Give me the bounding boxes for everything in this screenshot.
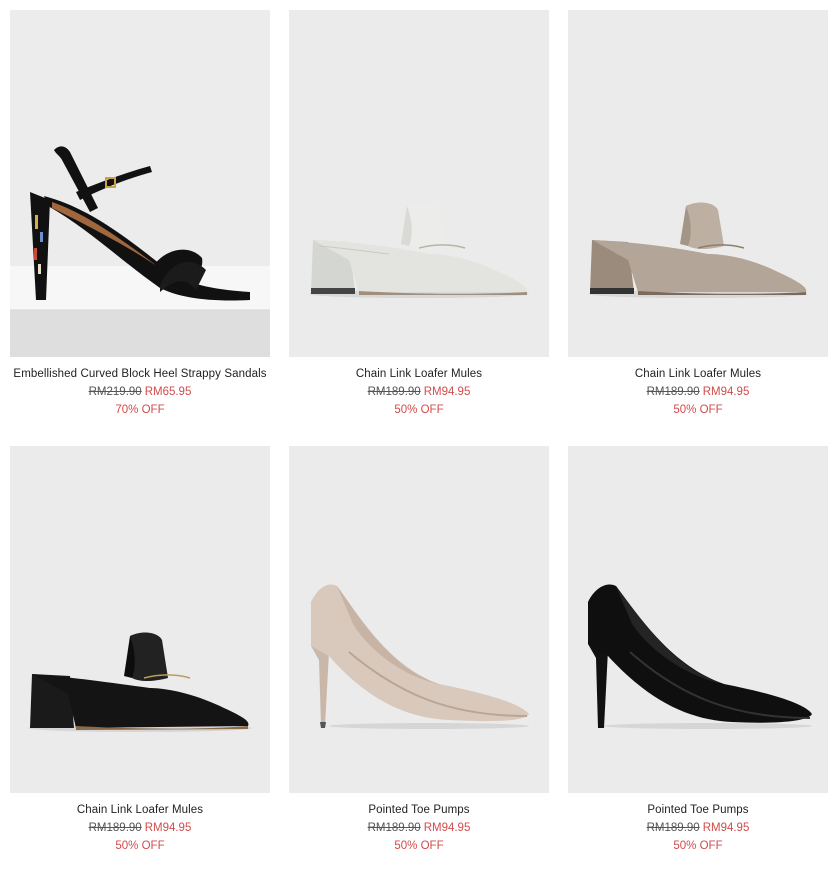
product-name[interactable]: Chain Link Loafer Mules [0, 801, 280, 819]
price-line: RM189.90 RM94.95 [279, 819, 559, 837]
sandal-image [10, 10, 270, 357]
product-name[interactable]: Chain Link Loafer Mules [279, 365, 559, 383]
price-line: RM189.90 RM94.95 [558, 383, 836, 401]
original-price: RM189.90 [646, 386, 700, 398]
sale-price: RM65.95 [144, 386, 192, 398]
product-name[interactable]: Chain Link Loafer Mules [558, 365, 836, 383]
original-price: RM189.90 [367, 386, 421, 398]
product-image[interactable] [289, 10, 549, 357]
discount-badge: 70% OFF [115, 404, 165, 416]
sale-price: RM94.95 [144, 822, 192, 834]
original-price: RM189.90 [88, 822, 142, 834]
discount-badge: 50% OFF [115, 840, 165, 852]
price-line: RM189.90 RM94.95 [558, 819, 836, 837]
product-image[interactable] [10, 10, 270, 357]
product-image[interactable] [568, 10, 828, 357]
sale-price: RM94.95 [423, 822, 471, 834]
discount-badge: 50% OFF [394, 840, 444, 852]
pump-image [289, 446, 549, 793]
pump-image [568, 446, 828, 793]
product-name[interactable]: Pointed Toe Pumps [279, 801, 559, 819]
sale-price: RM94.95 [702, 822, 750, 834]
sale-price: RM94.95 [423, 386, 471, 398]
product-image[interactable] [568, 446, 828, 793]
mule-image [568, 10, 828, 357]
product-image[interactable] [289, 446, 549, 793]
sale-price: RM94.95 [702, 386, 750, 398]
price-line: RM189.90 RM94.95 [279, 383, 559, 401]
product-name[interactable]: Pointed Toe Pumps [558, 801, 836, 819]
original-price: RM219.90 [88, 386, 142, 398]
product-grid: Embellished Curved Block Heel Strappy Sa… [0, 0, 836, 870]
discount-badge: 50% OFF [394, 404, 444, 416]
price-line: RM219.90 RM65.95 [0, 383, 280, 401]
price-line: RM189.90 RM94.95 [0, 819, 280, 837]
discount-badge: 50% OFF [673, 840, 723, 852]
original-price: RM189.90 [367, 822, 421, 834]
product-image[interactable] [10, 446, 270, 793]
mule-image [10, 446, 270, 793]
mule-image [289, 10, 549, 357]
original-price: RM189.90 [646, 822, 700, 834]
discount-badge: 50% OFF [673, 404, 723, 416]
product-name[interactable]: Embellished Curved Block Heel Strappy Sa… [0, 365, 280, 383]
